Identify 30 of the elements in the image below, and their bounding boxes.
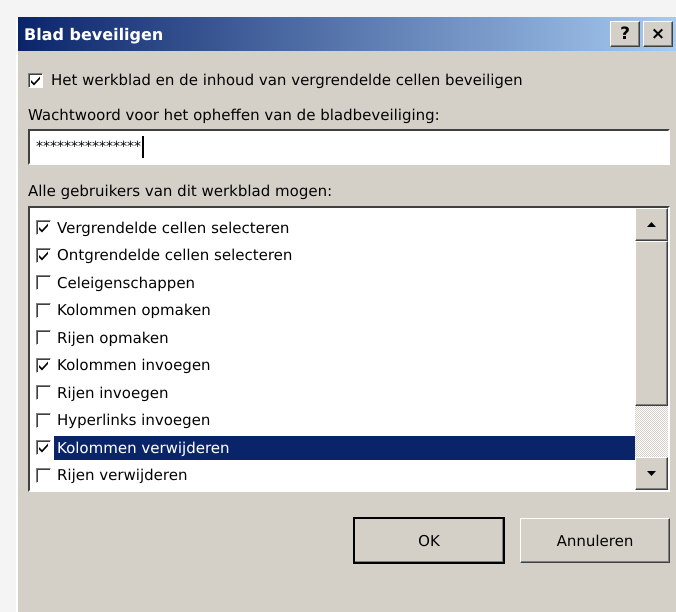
checkbox[interactable] bbox=[28, 72, 43, 88]
list-item[interactable]: Hyperlinks invoegen bbox=[54, 408, 635, 432]
checkbox-label: Het werkblad en de inhoud van vergrendelde cellen beveiligen bbox=[51, 71, 523, 89]
help-button[interactable]: ? bbox=[610, 21, 640, 47]
cancel-button[interactable]: Annuleren bbox=[520, 518, 670, 563]
password-value: *************** bbox=[36, 139, 141, 155]
list-item[interactable]: Rijen invoegen bbox=[54, 380, 635, 405]
permissions-list[interactable] bbox=[28, 206, 670, 492]
up-arrow-icon bbox=[647, 222, 656, 227]
scroll-down-button[interactable] bbox=[635, 457, 668, 490]
list-item[interactable]: Kolommen opmaken bbox=[54, 298, 635, 322]
list-item[interactable]: Kolommen verwijderen bbox=[54, 436, 635, 460]
text-cursor bbox=[142, 136, 144, 158]
list-item[interactable]: Kolommen invoegen bbox=[54, 353, 635, 378]
scroll-up-button[interactable] bbox=[635, 208, 668, 241]
scrollbar[interactable] bbox=[635, 208, 668, 490]
list-item[interactable]: Ontgrendelde cellen selecteren bbox=[54, 243, 635, 268]
password-label: Wachtwoord voor het opheffen van de bladbeveiliging: bbox=[28, 106, 441, 124]
close-button[interactable]: × bbox=[643, 21, 673, 47]
password-field[interactable]: *************** bbox=[28, 129, 670, 165]
list-item[interactable]: Celeigenschappen bbox=[54, 270, 635, 295]
checkbox[interactable] bbox=[36, 440, 51, 456]
window-title: Blad beveiligen bbox=[24, 24, 164, 44]
list-item[interactable]: Rijen verwijderen bbox=[54, 463, 635, 488]
scroll-thumb[interactable] bbox=[635, 241, 668, 406]
list-item[interactable]: Vergrendelde cellen selecteren bbox=[54, 216, 635, 240]
list-item[interactable]: Rijen opmaken bbox=[54, 326, 635, 350]
ok-button[interactable]: OK bbox=[354, 518, 504, 563]
permissions-label: Alle gebruikers van dit werkblad mogen: bbox=[28, 182, 334, 200]
down-arrow-icon bbox=[647, 471, 656, 476]
